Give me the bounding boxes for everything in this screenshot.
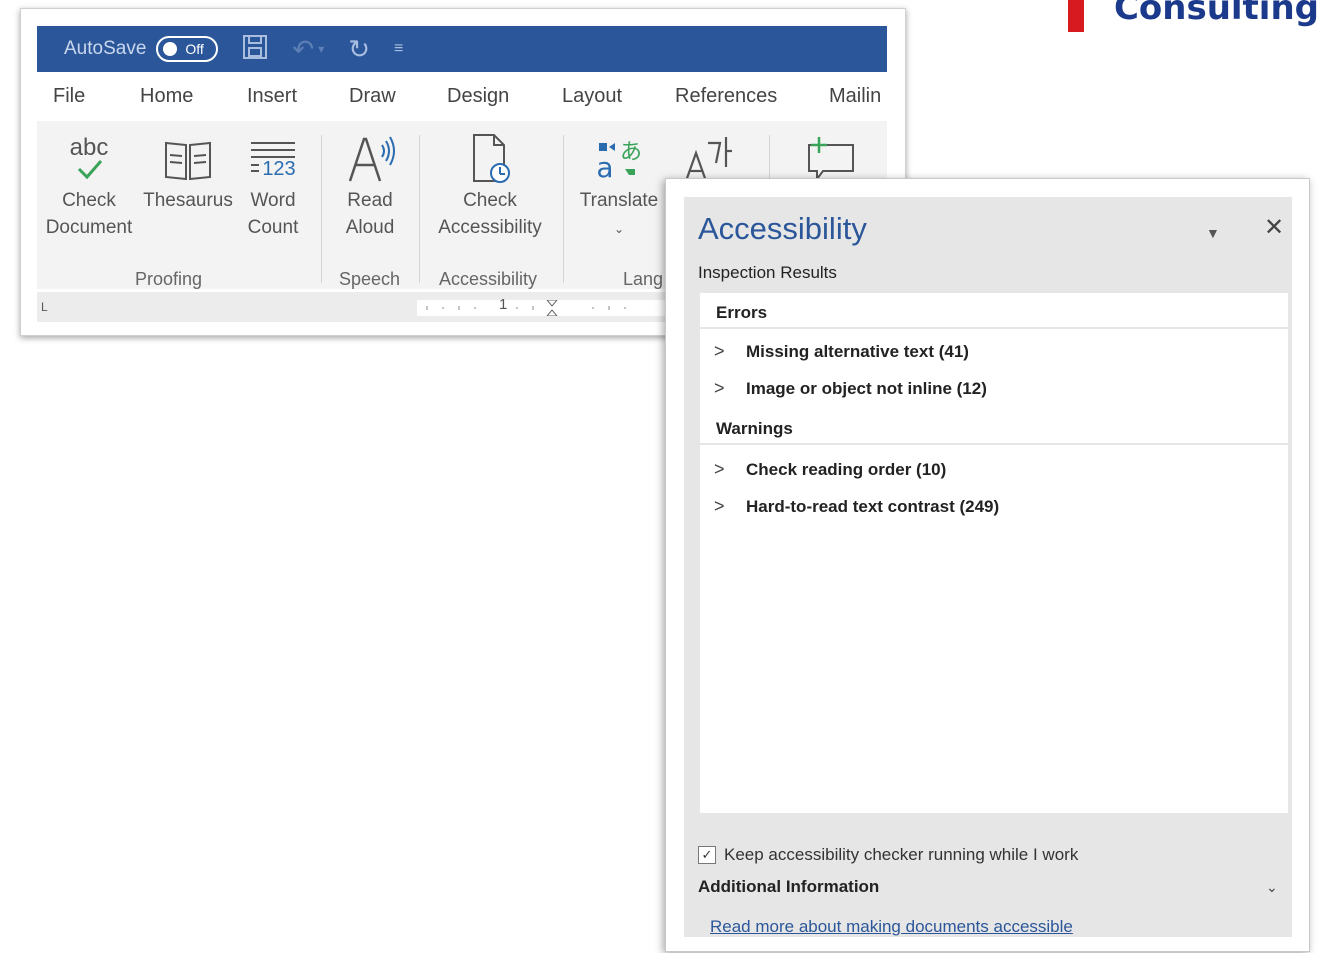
tab-home[interactable]: Home <box>140 85 193 108</box>
close-icon[interactable]: ✕ <box>1264 213 1284 242</box>
tab-references[interactable]: References <box>675 85 777 108</box>
chevron-down-icon[interactable]: ⌄ <box>1266 879 1278 896</box>
divider <box>700 327 1288 329</box>
thesaurus-button[interactable]: Thesaurus <box>143 131 233 214</box>
keep-running-option: ✓ Keep accessibility checker running whi… <box>698 845 1078 865</box>
tab-insert[interactable]: Insert <box>247 85 297 108</box>
group-label-language: Lang <box>623 269 664 289</box>
check-accessibility-button[interactable]: Check Accessibility <box>431 131 549 241</box>
keep-running-label: Keep accessibility checker running while… <box>724 845 1079 864</box>
autosave-label: AutoSave <box>64 38 147 59</box>
title-bar: AutoSave Off ↶ ▾ ↻ ≡ <box>37 26 887 72</box>
inspection-results-label: Inspection Results <box>698 263 837 282</box>
check-document-label-2: Document <box>45 217 133 238</box>
group-divider <box>419 135 420 283</box>
accessibility-pane-body: Accessibility ▼ ✕ Inspection Results Err… <box>684 197 1292 937</box>
pane-options-dropdown-icon[interactable]: ▼ <box>1206 225 1220 241</box>
additional-information-heading[interactable]: Additional Information <box>698 877 879 897</box>
tab-layout[interactable]: Layout <box>562 85 622 108</box>
svg-text:abc: abc <box>70 134 109 161</box>
book-icon <box>143 131 233 187</box>
warning-item-reading-order[interactable]: > Check reading order (10) <box>714 459 946 480</box>
translate-label: Translate <box>579 190 659 211</box>
chevron-right-icon: > <box>714 459 725 479</box>
chevron-right-icon: > <box>714 341 725 361</box>
tab-stop-selector-icon[interactable]: L <box>41 300 48 314</box>
pane-title: Accessibility <box>698 211 867 246</box>
check-accessibility-label-1: Check <box>463 190 517 211</box>
brand-text: Consulting <box>1113 0 1319 28</box>
word-count-button[interactable]: 123 Word Count <box>243 131 303 241</box>
chevron-right-icon: > <box>714 496 725 516</box>
read-aloud-label-2: Aloud <box>345 217 395 238</box>
tab-mailings[interactable]: Mailin <box>829 85 881 108</box>
ruler-track <box>417 299 667 317</box>
svg-text:a: a <box>596 151 613 184</box>
thesaurus-label: Thesaurus <box>143 190 233 211</box>
save-icon[interactable] <box>242 34 268 64</box>
check-document-label-1: Check <box>62 190 116 211</box>
group-label-proofing: Proofing <box>135 269 203 289</box>
error-item-label: Image or object not inline (12) <box>746 378 987 398</box>
ruler-number: 1 <box>499 296 508 313</box>
errors-heading: Errors <box>716 303 768 322</box>
brand-bar <box>1067 0 1084 32</box>
svg-text:あ: あ <box>620 140 642 165</box>
spelling-check-icon: abc <box>41 131 137 187</box>
error-item-not-inline[interactable]: > Image or object not inline (12) <box>714 378 987 399</box>
chevron-right-icon: > <box>714 378 725 398</box>
tab-design[interactable]: Design <box>447 85 509 108</box>
translate-button[interactable]: a あ Translate ⌄ <box>575 131 663 243</box>
toggle-knob <box>163 42 178 56</box>
group-label-accessibility: Accessibility <box>439 269 538 289</box>
check-document-button[interactable]: abc Check Document <box>41 131 137 241</box>
inspection-results-list: Errors > Missing alternative text (41) >… <box>700 293 1288 813</box>
translate-dropdown-icon[interactable]: ⌄ <box>614 222 624 236</box>
warning-item-text-contrast[interactable]: > Hard-to-read text contrast (249) <box>714 496 999 517</box>
accessibility-check-icon <box>431 131 549 187</box>
customize-toolbar-icon[interactable]: ≡ <box>394 41 403 57</box>
svg-text:123: 123 <box>262 158 295 180</box>
word-count-icon: 123 <box>243 131 303 187</box>
word-count-label-1: Word <box>250 190 296 211</box>
warnings-heading: Warnings <box>716 419 793 438</box>
group-divider <box>321 135 322 283</box>
group-label-speech: Speech <box>339 269 401 289</box>
read-more-link[interactable]: Read more about making documents accessi… <box>710 917 1073 937</box>
error-item-label: Missing alternative text (41) <box>746 341 969 361</box>
warning-item-label: Check reading order (10) <box>746 459 947 479</box>
toggle-state-text: Off <box>185 41 204 57</box>
group-divider <box>563 135 564 283</box>
error-item-missing-alt-text[interactable]: > Missing alternative text (41) <box>714 341 969 362</box>
read-aloud-button[interactable]: Read Aloud <box>337 131 403 241</box>
tab-draw[interactable]: Draw <box>349 85 396 108</box>
divider <box>700 443 1288 445</box>
word-count-label-2: Count <box>247 217 299 238</box>
brand-logo: Consulting <box>1067 0 1319 34</box>
read-aloud-icon <box>337 131 403 187</box>
read-aloud-label-1: Read <box>347 190 393 211</box>
undo-dropdown-icon[interactable]: ▾ <box>318 43 324 55</box>
undo-icon[interactable]: ↶ <box>292 36 314 62</box>
translate-icon: a あ <box>575 131 663 187</box>
redo-icon[interactable]: ↻ <box>348 36 370 62</box>
check-accessibility-label-2: Accessibility <box>438 217 542 238</box>
warning-item-label: Hard-to-read text contrast (249) <box>746 496 1000 516</box>
keep-running-checkbox[interactable]: ✓ <box>698 846 716 864</box>
accessibility-pane: Accessibility ▼ ✕ Inspection Results Err… <box>665 178 1310 952</box>
tab-file[interactable]: File <box>53 85 85 108</box>
autosave-toggle[interactable]: Off <box>156 36 219 62</box>
